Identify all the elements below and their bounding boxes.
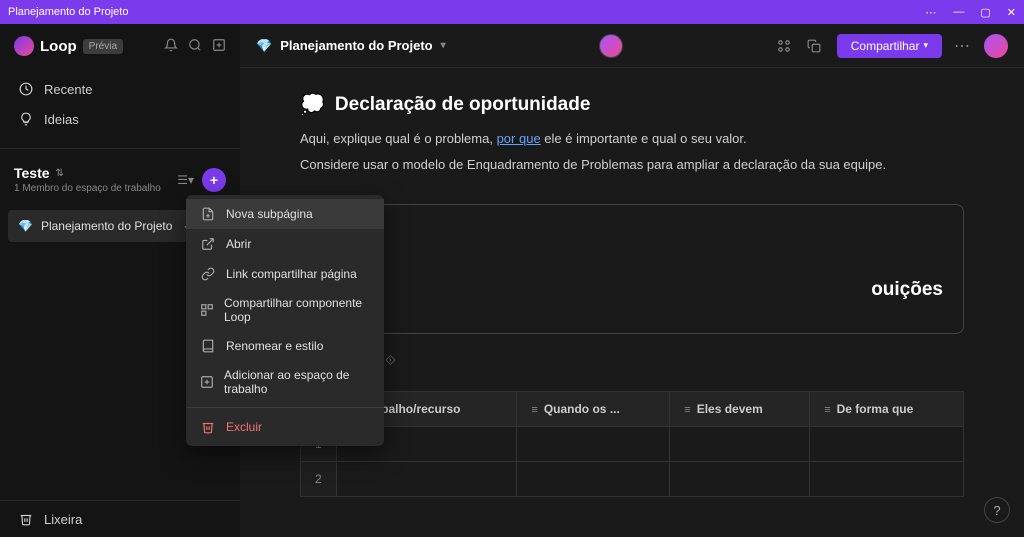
preview-badge: Prévia <box>83 39 123 54</box>
workspace-icon <box>200 374 214 390</box>
table-cell[interactable] <box>810 427 964 462</box>
menu-label: Link compartilhar página <box>226 267 357 281</box>
table-cell[interactable] <box>517 462 670 497</box>
workspace-expand-icon[interactable]: ⇅ <box>56 168 64 179</box>
table-row[interactable]: 2 <box>301 462 964 497</box>
list-icon: ≡ <box>824 404 830 416</box>
add-icon[interactable] <box>212 38 226 55</box>
menu-open[interactable]: Abrir <box>186 229 384 259</box>
menu-delete[interactable]: Excluir <box>186 412 384 442</box>
window-maximize-icon[interactable]: ▢ <box>980 6 990 19</box>
menu-label: Nova subpágina <box>226 207 313 221</box>
menu-new-subpage[interactable]: Nova subpágina <box>186 199 384 229</box>
lightbulb-icon <box>18 111 34 127</box>
nav-ideas-label: Ideias <box>44 112 79 127</box>
help-button[interactable]: ? <box>984 497 1010 523</box>
sidebar-divider <box>0 148 240 149</box>
rename-icon <box>200 338 216 354</box>
row-number: 2 <box>301 462 337 497</box>
table-toolbar: ⠿ ↓↑ ⚟ ⟐ <box>300 344 964 377</box>
page-item-label: Planejamento do Projeto <box>41 219 175 233</box>
clock-icon <box>18 81 34 97</box>
filter-icon[interactable]: ☰▾ <box>177 173 194 187</box>
notifications-icon[interactable] <box>164 38 178 55</box>
why-link[interactable]: por que <box>497 131 541 146</box>
nav-recent[interactable]: Recente <box>0 74 240 104</box>
diamond-icon: 💎 <box>18 219 33 233</box>
list-icon: ≡ <box>684 404 690 416</box>
col-header-3[interactable]: ≡De forma que <box>810 392 964 427</box>
menu-label: Renomear e estilo <box>226 339 323 353</box>
app-name: Loop <box>40 38 77 55</box>
menu-add-workspace[interactable]: Adicionar ao espaço de trabalho <box>186 361 384 403</box>
sidebar-nav: Recente Ideias <box>0 68 240 140</box>
loop-logo-icon <box>14 36 34 56</box>
add-page-button[interactable]: + <box>202 168 226 192</box>
share-button[interactable]: Compartilhar ▾ <box>837 34 942 58</box>
window-title: Planejamento do Projeto <box>8 6 128 18</box>
table-row[interactable]: 1 <box>301 427 964 462</box>
assignments-table: ≡Trabalho/recurso ≡Quando os ... ≡Eles d… <box>300 391 964 497</box>
menu-label: Adicionar ao espaço de trabalho <box>224 368 370 396</box>
sidebar-footer: Lixeira <box>0 500 240 537</box>
breadcrumb[interactable]: 💎 Planejamento do Projeto ▾ <box>256 38 446 54</box>
diamond-icon: 💎 <box>256 38 272 54</box>
menu-label: Abrir <box>226 237 251 251</box>
window-close-icon[interactable]: ✕ <box>1007 6 1016 19</box>
app-logo: Loop Prévia <box>14 36 123 56</box>
body-line-1: Aqui, explique qual é o problema, por qu… <box>300 129 964 149</box>
component-icon <box>200 302 214 318</box>
breadcrumb-title: Planejamento do Projeto <box>280 38 432 53</box>
thought-emoji-icon: 💭 <box>300 92 325 117</box>
main-header: 💎 Planejamento do Projeto ▾ Compartilhar… <box>240 24 1024 68</box>
body-line-2: Considere usar o modelo de Enquadramento… <box>300 155 964 175</box>
sidebar-header: Loop Prévia <box>0 24 240 68</box>
partial-heading: ouições <box>871 279 943 301</box>
trash-icon <box>18 511 34 527</box>
table-cell[interactable] <box>670 462 810 497</box>
user-avatar[interactable] <box>984 34 1008 58</box>
nav-ideas[interactable]: Ideias <box>0 104 240 134</box>
new-page-icon <box>200 206 216 222</box>
more-icon[interactable]: ⋯ <box>954 37 972 55</box>
nav-recent-label: Recente <box>44 82 92 97</box>
table-cell[interactable] <box>810 462 964 497</box>
context-menu: Nova subpágina Abrir Link compartilhar p… <box>186 195 384 446</box>
window-minimize-icon[interactable]: — <box>953 6 964 18</box>
delete-icon <box>200 419 216 435</box>
apps-icon[interactable] <box>777 37 795 55</box>
menu-divider <box>186 407 384 408</box>
section-heading: 💭 Declaração de oportunidade <box>300 92 964 117</box>
chevron-down-icon: ▾ <box>923 40 928 51</box>
trash-label: Lixeira <box>44 512 82 527</box>
callout-box[interactable]: ouições <box>300 204 964 334</box>
menu-label: Excluir <box>226 420 262 434</box>
presence-avatar[interactable] <box>599 34 623 58</box>
share-button-label: Compartilhar <box>851 39 920 53</box>
link-icon <box>200 266 216 282</box>
search-icon[interactable] <box>188 38 202 55</box>
menu-label: Compartilhar componente Loop <box>224 296 370 324</box>
list-icon: ≡ <box>531 404 537 416</box>
window-titlebar: Planejamento do Projeto ⋯ — ▢ ✕ <box>0 0 1024 24</box>
menu-share-component[interactable]: Compartilhar componente Loop <box>186 289 384 331</box>
open-icon <box>200 236 216 252</box>
nav-trash[interactable]: Lixeira <box>18 511 222 527</box>
workspace-title[interactable]: Teste <box>14 165 50 181</box>
table-cell[interactable] <box>336 462 517 497</box>
col-header-2[interactable]: ≡Eles devem <box>670 392 810 427</box>
window-more-icon[interactable]: ⋯ <box>925 6 937 19</box>
section-title: Declaração de oportunidade <box>335 94 591 116</box>
menu-rename[interactable]: Renomear e estilo <box>186 331 384 361</box>
table-cell[interactable] <box>670 427 810 462</box>
copy-icon[interactable] <box>807 37 825 55</box>
col-header-1[interactable]: ≡Quando os ... <box>517 392 670 427</box>
window-controls: ⋯ — ▢ ✕ <box>925 6 1016 19</box>
workspace-subtitle: 1 Membro do espaço de trabalho <box>14 183 161 194</box>
tool-icon[interactable]: ⟐ <box>385 352 396 369</box>
table-cell[interactable] <box>517 427 670 462</box>
menu-share-link[interactable]: Link compartilhar página <box>186 259 384 289</box>
